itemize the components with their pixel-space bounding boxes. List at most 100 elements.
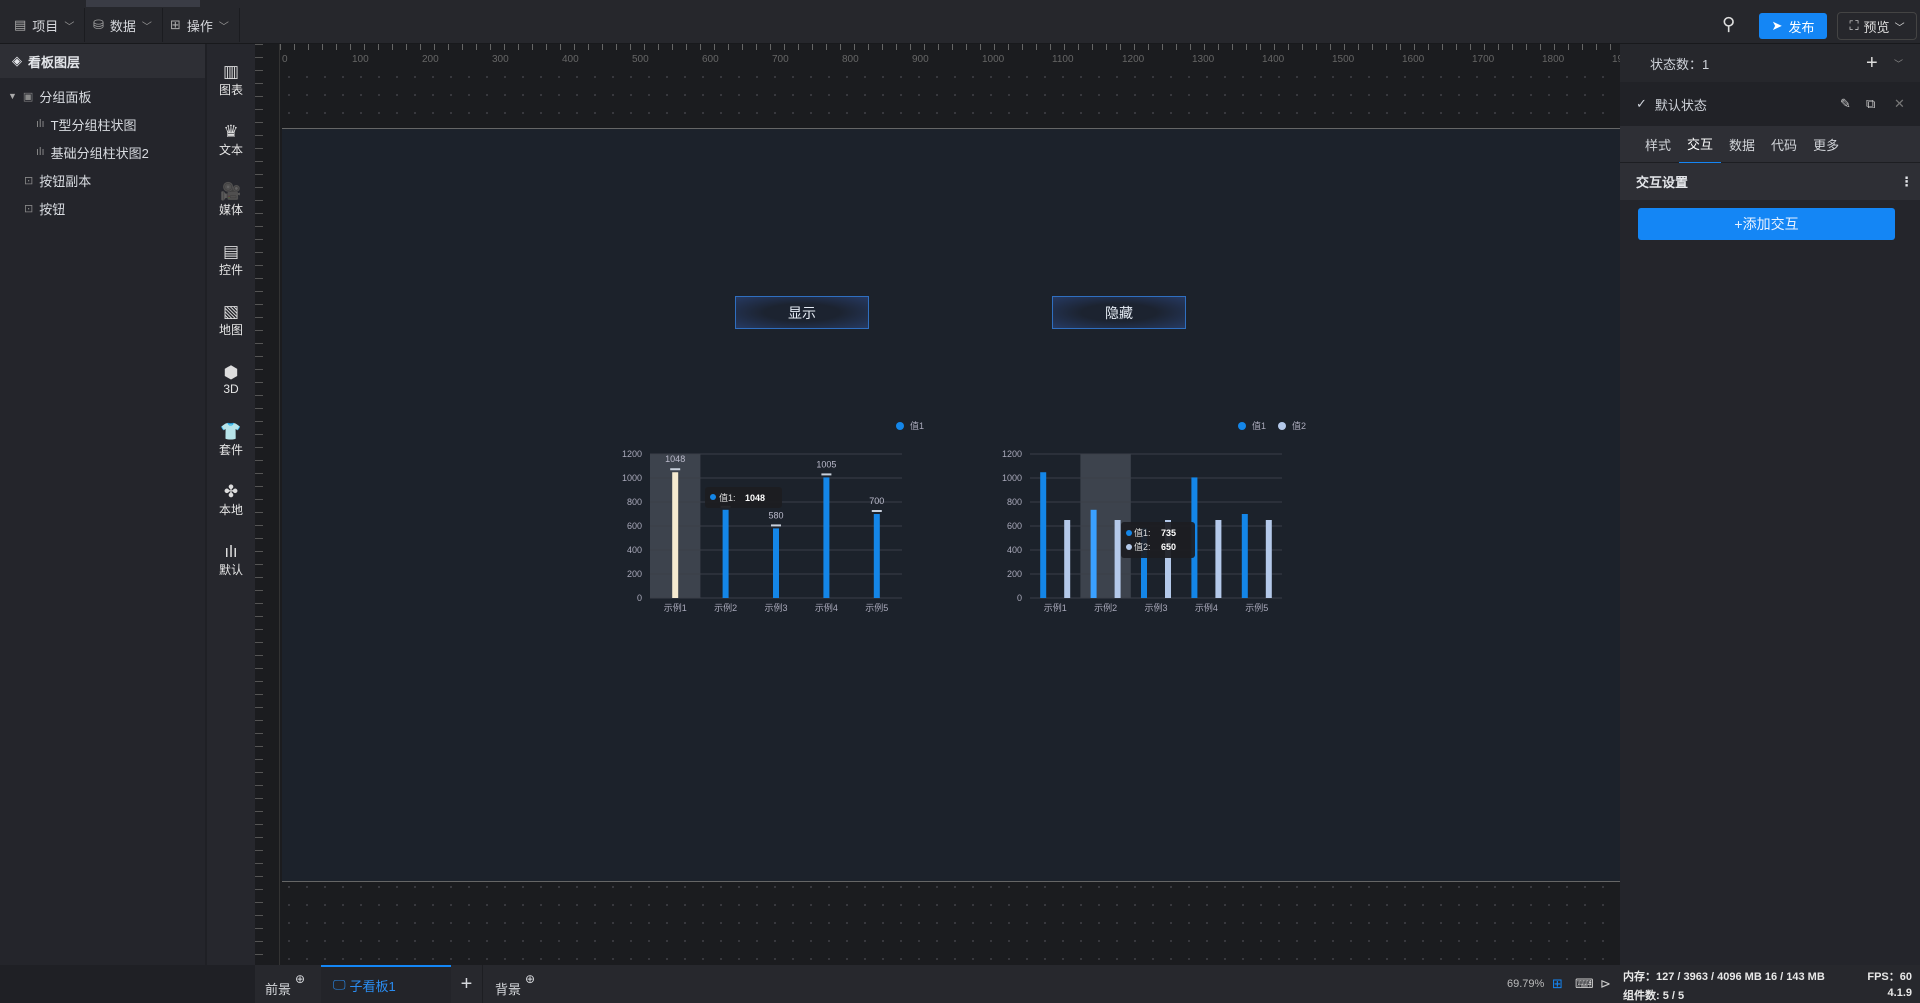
bar-cap [821,473,832,476]
layers-header: ◈ 看板图层 [0,44,205,78]
add-circle-icon[interactable]: ⊕ [295,972,305,986]
y-tick-label: 600 [627,521,642,531]
interaction-settings-header: 交互设置 ⋮ [1620,163,1920,200]
more-vertical-icon[interactable]: ⋮ [1900,174,1913,190]
charts-layer: 0 200 400 600 800 1000 1200 示例1 示例2 示例3 示例4 示例5 值1 10… [622,420,1306,613]
legend-label: 值1 [910,420,924,431]
bar [873,514,880,598]
bar-cap [871,510,882,512]
menu-data[interactable]: ⛁ 数据 ﹀ [83,8,163,42]
window-tab[interactable] [86,0,200,7]
ruler-label: 1100 [1052,54,1074,65]
tooltip-value: 1048 [745,493,765,503]
menu-operations[interactable]: ⊞ 操作 ﹀ [160,8,240,42]
layer-item-button[interactable]: ⊡ 按钮副本 [0,166,205,194]
tab-sub-board[interactable]: 🖵 子看板1 [321,965,451,1003]
x-tick-label: 示例1 [1044,602,1067,613]
tab-2[interactable]: 数据 [1721,126,1763,163]
add-interaction-button[interactable]: +添加交互 [1638,208,1895,240]
ruler-label: 1800 [1542,54,1565,65]
tool-chart[interactable]: ▥ 图表 [207,50,255,110]
layer-item-group[interactable]: ▼ ▣ 分组面板 [0,82,205,110]
ruler-label: 1600 [1402,54,1425,65]
legend-label: 值2 [1292,420,1306,431]
kit-icon: 👕 [220,421,242,441]
tool-widget[interactable]: ▤ 控件 [207,230,255,290]
menu-project[interactable]: ▤ 项目 ﹀ [4,8,86,42]
bar [1090,509,1097,598]
layer-item-button[interactable]: ⊡ 按钮 [0,194,205,222]
map-icon: ▧ [222,301,240,321]
tool-puzzle[interactable]: ✤ 本地 [207,470,255,530]
monitor-icon: 🖵 [333,977,346,992]
copy-icon[interactable]: ⧉ [1866,96,1875,112]
bar-chart-icon: ılı [36,146,45,158]
tool-media[interactable]: 🎥 媒体 [207,170,255,230]
tab-4[interactable]: 更多 [1805,126,1847,163]
publish-button[interactable]: ➤ 发布 [1759,13,1827,39]
ruler-label: 500 [632,54,649,65]
fullscreen-icon: ⛶ [1849,18,1859,33]
tool-kit[interactable]: 👕 套件 [207,410,255,470]
add-state-icon[interactable]: + [1866,52,1878,75]
ruler-label: 1300 [1192,54,1215,65]
x-tick-label: 示例4 [815,602,838,613]
legend-marker [896,422,904,430]
y-tick-label: 1000 [622,473,642,483]
bar [1241,514,1248,598]
tooltip-label: 值1: [1134,527,1151,538]
preview-button[interactable]: ⛶ 预览 ﹀ [1837,12,1917,40]
database-icon: ⛁ [93,17,104,32]
media-icon: 🎥 [220,181,242,201]
tool-text[interactable]: ♛ 文本 [207,110,255,170]
y-tick-label: 800 [627,497,642,507]
ruler-label: 300 [492,54,509,65]
ruler-label: 600 [702,54,719,65]
tooltip-label: 值1: [719,492,736,503]
layer-item-chart[interactable]: ılı 基础分组柱状图2 [0,138,205,166]
add-circle-icon[interactable]: ⊕ [525,972,535,986]
tab-foreground[interactable]: 前景 ⊕ [265,965,305,1003]
horizontal-ruler: 0 100 200 300 400 500 600 700 800 900 1000 1100 1200… [280,44,1634,68]
terminal-icon[interactable]: ⊳ [1600,965,1611,1003]
tooltip-value: 650 [1161,542,1176,552]
tool-map[interactable]: ▧ 地图 [207,290,255,350]
x-tick-label: 示例2 [714,602,737,613]
default-state-row[interactable]: ✓ 默认状态 ✎ ⧉ ✕ [1620,82,1920,126]
bar-cap [670,468,681,471]
property-tabs: 样式 交互 数据 代码 更多 [1620,125,1920,164]
chevron-down-icon[interactable]: ﹀ [1894,57,1903,70]
keyboard-icon[interactable]: ⌨ [1575,965,1594,1003]
tool-default[interactable]: ılı 默认 [207,530,255,590]
edit-icon[interactable]: ✎ [1840,96,1851,112]
layer-item-chart[interactable]: ılı T型分组柱状图 [0,110,205,138]
fit-screen-icon[interactable]: ⊞ [1552,965,1563,1003]
layers-icon: ◈ [12,53,22,68]
tool-cube[interactable]: ⬢ 3D [207,350,255,410]
y-tick-label: 200 [1007,569,1022,579]
tab-0[interactable]: 样式 [1637,126,1679,163]
bar [1064,520,1071,598]
y-tick-label: 1200 [1002,449,1022,459]
tab-background[interactable]: 背景 ⊕ [495,965,535,1003]
bar-chart-icon: ılı [36,118,45,130]
tooltip [705,487,782,508]
chart-icon: ▥ [222,61,240,81]
button-icon: ⊡ [24,202,34,215]
search-icon[interactable]: ⚲ [1722,14,1735,35]
bar [1040,472,1047,598]
y-tick-label: 600 [1007,521,1022,531]
ruler-label: 100 [352,54,369,65]
default-icon: ılı [224,541,238,561]
tab-1[interactable]: 交互 [1679,125,1722,164]
add-board-button[interactable]: + [451,965,483,1003]
tooltip-marker [1126,530,1132,536]
close-icon[interactable]: ✕ [1894,96,1905,112]
ruler-label: 800 [842,54,859,65]
ruler-label: 1700 [1472,54,1495,65]
bar [722,509,729,598]
zoom-level[interactable]: 69.79% [1507,965,1544,1003]
tab-3[interactable]: 代码 [1763,126,1805,163]
bar [1265,520,1272,598]
vertical-ruler [255,44,280,965]
